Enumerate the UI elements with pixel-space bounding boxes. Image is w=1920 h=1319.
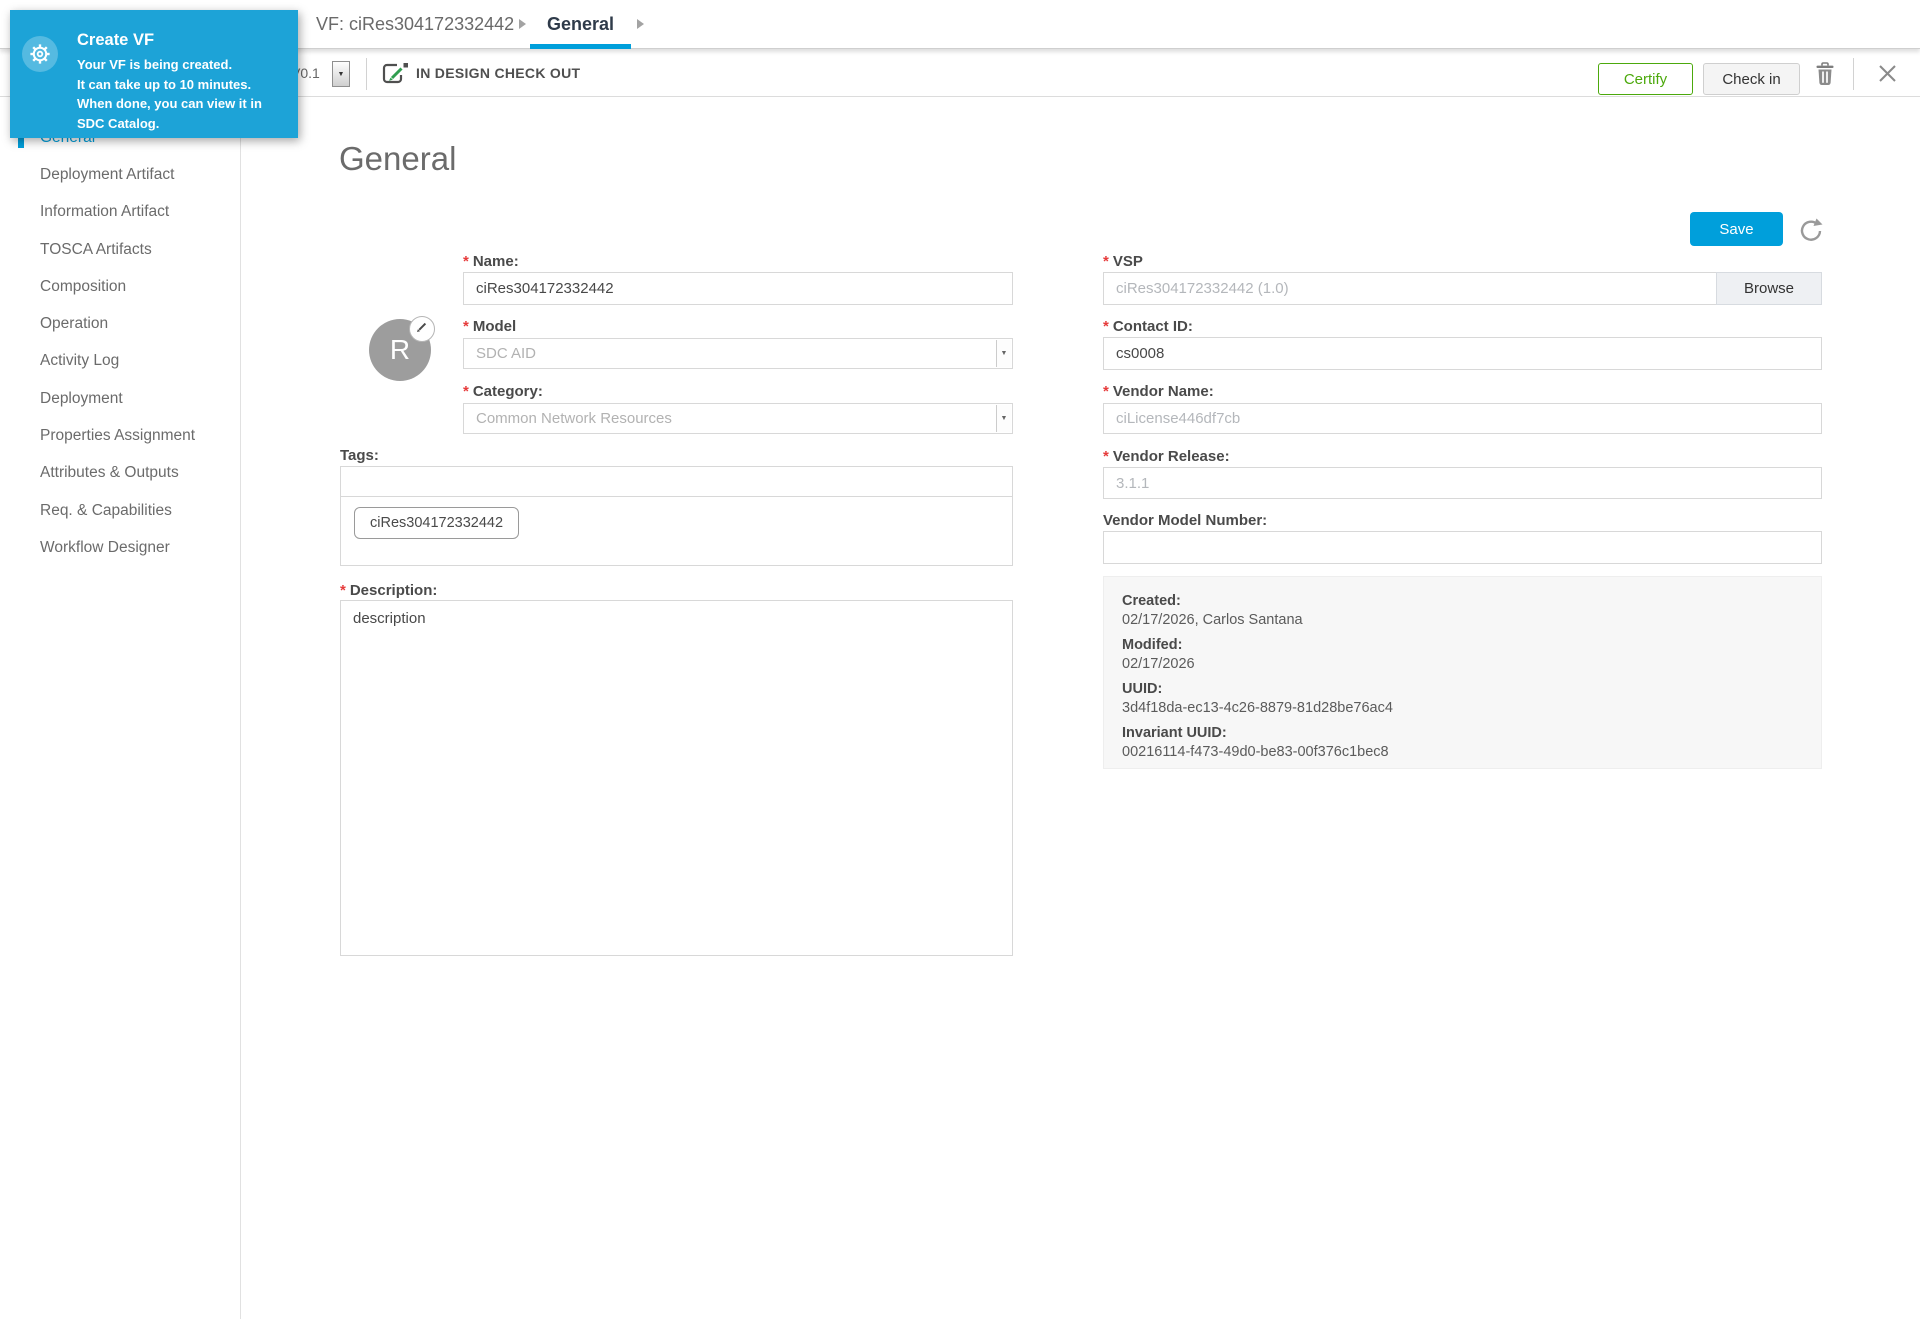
breadcrumb: VF: ciRes304172332442: [316, 0, 514, 49]
trash-icon: [1815, 74, 1835, 89]
chevron-down-icon: ▼: [996, 405, 1011, 432]
lifecycle-status: IN DESIGN CHECK OUT: [416, 50, 580, 97]
toast-message: Your VF is being created. It can take up…: [77, 55, 262, 133]
category-label: *Category:: [463, 383, 543, 400]
close-button[interactable]: [1878, 64, 1897, 86]
tags-label: Tags:: [340, 447, 379, 464]
sidebar-item-deployment-artifact[interactable]: Deployment Artifact: [0, 156, 240, 193]
required-asterisk: *: [1103, 318, 1109, 335]
toast-title: Create VF: [77, 31, 154, 50]
sidebar-item-workflow-designer[interactable]: Workflow Designer: [0, 529, 240, 566]
sidebar-item-attributes-outputs[interactable]: Attributes & Outputs: [0, 455, 240, 492]
model-select[interactable]: SDC AID ▼: [463, 338, 1013, 369]
vendor-release-input: [1103, 467, 1822, 499]
invariant-uuid-label: Invariant UUID:: [1122, 724, 1803, 743]
toolbar-divider: [366, 58, 367, 90]
save-button[interactable]: Save: [1690, 212, 1783, 246]
name-label: *Name:: [463, 253, 519, 270]
created-value: 02/17/2026, Carlos Santana: [1122, 611, 1803, 630]
required-asterisk: *: [463, 383, 469, 400]
sidebar-menu: General Deployment Artifact Information …: [0, 119, 240, 567]
model-label: *Model: [463, 318, 516, 335]
metadata-box: Created: 02/17/2026, Carlos Santana Modi…: [1103, 576, 1822, 769]
required-asterisk: *: [1103, 253, 1109, 270]
close-icon: [1878, 71, 1897, 86]
vendor-name-label: *Vendor Name:: [1103, 383, 1214, 400]
required-asterisk: *: [1103, 448, 1109, 465]
category-select-value: Common Network Resources: [476, 410, 672, 427]
check-out-icon: [381, 62, 409, 91]
breadcrumb-arrow-icon: [519, 19, 526, 29]
browse-button[interactable]: Browse: [1716, 272, 1822, 305]
toast-notification[interactable]: Create VF Your VF is being created. It c…: [10, 10, 298, 138]
uuid-value: 3d4f18da-ec13-4c26-8879-81d28be76ac4: [1122, 699, 1803, 718]
revert-button[interactable]: [1797, 217, 1823, 243]
delete-button[interactable]: [1815, 62, 1835, 89]
sidebar-item-operation[interactable]: Operation: [0, 305, 240, 342]
modified-value: 02/17/2026: [1122, 655, 1803, 674]
certify-button[interactable]: Certify: [1598, 63, 1693, 95]
tab-general[interactable]: General: [530, 0, 631, 49]
description-label: *Description:: [340, 582, 437, 599]
refresh-icon: [1797, 231, 1823, 246]
sidebar-item-composition[interactable]: Composition: [0, 268, 240, 305]
vendor-release-label: *Vendor Release:: [1103, 448, 1230, 465]
page-title: General: [339, 140, 456, 178]
gear-icon: [22, 36, 58, 72]
required-asterisk: *: [340, 582, 346, 599]
chevron-down-icon: ▼: [996, 340, 1011, 367]
sdc-general-page: VF: ciRes304172332442 General V0.1 ▼ IN …: [0, 0, 1920, 1319]
toolbar-divider: [1853, 58, 1854, 90]
pencil-icon: [416, 320, 428, 338]
description-textarea[interactable]: description: [340, 600, 1013, 956]
invariant-uuid-value: 00216114-f473-49d0-be83-00f376c1bec8: [1122, 743, 1803, 762]
created-label: Created:: [1122, 592, 1803, 611]
contact-id-label: *Contact ID:: [1103, 318, 1193, 335]
vendor-model-number-label: Vendor Model Number:: [1103, 512, 1267, 529]
sidebar: General Deployment Artifact Information …: [0, 97, 241, 1319]
check-in-button[interactable]: Check in: [1703, 63, 1800, 95]
version-dropdown[interactable]: ▼: [332, 61, 350, 87]
tab-arrow-icon: [637, 19, 644, 29]
required-asterisk: *: [463, 318, 469, 335]
category-select[interactable]: Common Network Resources ▼: [463, 403, 1013, 434]
modified-label: Modifed:: [1122, 636, 1803, 655]
sidebar-item-deployment[interactable]: Deployment: [0, 380, 240, 417]
sidebar-item-activity-log[interactable]: Activity Log: [0, 343, 240, 380]
name-input[interactable]: [463, 272, 1013, 305]
avatar-letter: R: [390, 334, 410, 366]
sidebar-item-req-capabilities[interactable]: Req. & Capabilities: [0, 492, 240, 529]
tags-input[interactable]: [340, 466, 1013, 497]
tag-chip[interactable]: ciRes304172332442: [354, 507, 519, 539]
contact-id-input[interactable]: [1103, 337, 1822, 370]
sidebar-item-tosca-artifacts[interactable]: TOSCA Artifacts: [0, 231, 240, 268]
tags-container: ciRes304172332442: [340, 496, 1013, 566]
model-select-value: SDC AID: [476, 345, 536, 362]
vendor-name-input: [1103, 403, 1822, 434]
vsp-label: *VSP: [1103, 253, 1143, 270]
vendor-model-number-input[interactable]: [1103, 531, 1822, 564]
required-asterisk: *: [463, 253, 469, 270]
required-asterisk: *: [1103, 383, 1109, 400]
sidebar-item-properties-assignment[interactable]: Properties Assignment: [0, 417, 240, 454]
sidebar-item-information-artifact[interactable]: Information Artifact: [0, 194, 240, 231]
edit-icon-button[interactable]: [409, 316, 435, 342]
vsp-input: [1103, 272, 1717, 305]
uuid-label: UUID:: [1122, 680, 1803, 699]
